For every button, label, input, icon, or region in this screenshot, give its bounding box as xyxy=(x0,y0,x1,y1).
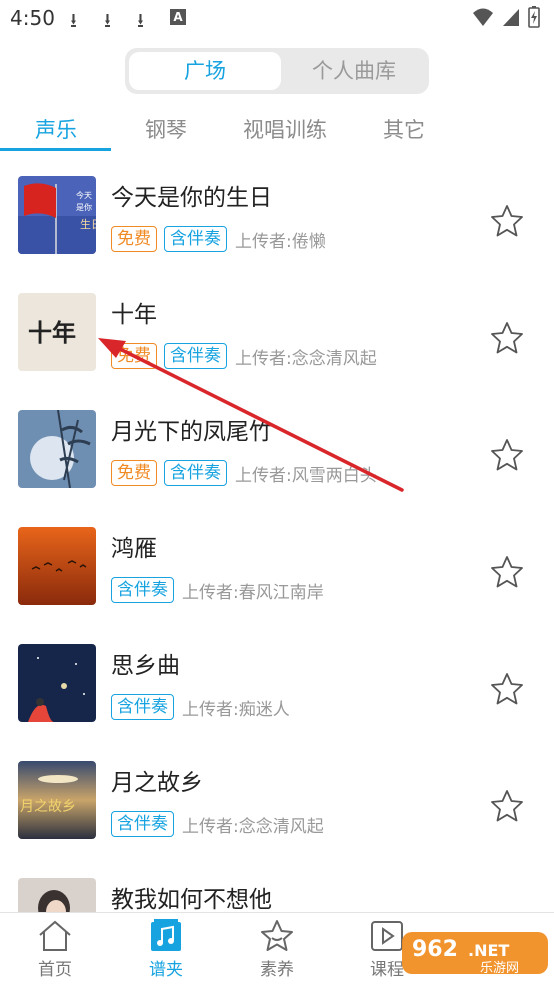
nav-score-folder[interactable]: 谱夹 xyxy=(121,919,211,980)
favorite-star-icon[interactable] xyxy=(490,672,524,706)
notification-a-icon: A xyxy=(170,9,186,25)
library-segment-control: 广场 个人曲库 xyxy=(125,48,429,94)
free-badge: 免费 xyxy=(111,226,157,252)
tab-vocal[interactable]: 声乐 xyxy=(0,114,116,144)
tab-sight-singing[interactable]: 视唱训练 xyxy=(225,114,345,144)
status-right-icons xyxy=(472,6,540,28)
free-badge: 免费 xyxy=(111,460,157,486)
nav-literacy-label: 素养 xyxy=(260,960,294,980)
active-tab-indicator xyxy=(0,148,111,151)
favorite-star-icon[interactable] xyxy=(490,204,524,238)
signal-icon xyxy=(503,9,519,26)
svg-text:今天: 今天 xyxy=(76,190,92,200)
song-tags: 免费 含伴奏 上传者:倦懒 xyxy=(111,226,326,252)
free-badge: 免费 xyxy=(111,343,157,369)
cover-art-text: 月之故乡 xyxy=(20,799,76,815)
uploader-text: 上传者:倦懒 xyxy=(235,231,326,252)
song-tags: 免费 含伴奏 上传者:念念清风起 xyxy=(111,343,377,369)
song-row[interactable]: 月光下的凤尾竹 免费 含伴奏 上传者:风雪两白头 xyxy=(0,386,554,503)
favorite-star-icon[interactable] xyxy=(490,321,524,355)
nav-score-folder-label: 谱夹 xyxy=(149,960,183,980)
uploader-text: 上传者:风雪两白头 xyxy=(235,465,377,486)
song-cover-image xyxy=(18,644,96,722)
cover-art-text: 十年 xyxy=(28,318,76,347)
song-row[interactable]: 十年 十年 免费 含伴奏 上传者:念念清风起 xyxy=(0,269,554,386)
accompaniment-badge: 含伴奏 xyxy=(164,226,227,252)
nav-home[interactable]: 首页 xyxy=(10,919,100,980)
star-badge-icon xyxy=(261,920,293,951)
status-time: 4:50 xyxy=(10,6,55,30)
uploader-text: 上传者:念念清风起 xyxy=(182,816,324,837)
segment-plaza[interactable]: 广场 xyxy=(129,52,281,90)
watermark-tld: .NET xyxy=(468,941,509,960)
song-tags: 含伴奏 上传者:春风江南岸 xyxy=(111,577,324,603)
download-icon: ⭳ xyxy=(70,8,77,32)
category-tabs: 声乐 钢琴 视唱训练 其它 xyxy=(0,108,554,152)
svg-text:是你: 是你 xyxy=(76,202,92,212)
song-title: 思乡曲 xyxy=(111,653,180,679)
song-cover-image xyxy=(18,527,96,605)
accompaniment-badge: 含伴奏 xyxy=(164,343,227,369)
nav-literacy[interactable]: 素养 xyxy=(232,919,322,980)
song-tags: 含伴奏 上传者:念念清风起 xyxy=(111,811,324,837)
song-cover-image: 月之故乡 xyxy=(18,761,96,839)
song-row[interactable]: 月之故乡 月之故乡 含伴奏 上传者:念念清风起 xyxy=(0,737,554,854)
watermark-logo: 962 .NET 乐游网 xyxy=(402,932,548,976)
accompaniment-badge: 含伴奏 xyxy=(111,694,174,720)
song-cover-image: 十年 xyxy=(18,293,96,371)
song-title: 鸿雁 xyxy=(111,536,157,562)
status-bar: 4:50 ⭳ ⭳ ⭳ A xyxy=(0,0,554,38)
uploader-text: 上传者:春风江南岸 xyxy=(182,582,324,603)
uploader-text: 上传者:痴迷人 xyxy=(182,699,290,720)
music-folder-icon xyxy=(151,919,181,951)
song-title: 今天是你的生日 xyxy=(111,185,272,211)
accompaniment-badge: 含伴奏 xyxy=(111,811,174,837)
nav-home-label: 首页 xyxy=(38,960,72,980)
watermark-cn: 乐游网 xyxy=(480,961,519,976)
download-icon: ⭳ xyxy=(137,8,144,32)
song-row[interactable]: 鸿雁 含伴奏 上传者:春风江南岸 xyxy=(0,503,554,620)
accompaniment-badge: 含伴奏 xyxy=(111,577,174,603)
svg-text:生日: 生日 xyxy=(80,217,96,231)
watermark-num: 962 xyxy=(412,937,458,962)
song-title: 十年 xyxy=(111,302,157,328)
song-row[interactable]: 今天 是你 生日 今天是你的生日 免费 含伴奏 上传者:倦懒 xyxy=(0,152,554,269)
favorite-star-icon[interactable] xyxy=(490,789,524,823)
wifi-icon xyxy=(473,8,493,26)
battery-icon xyxy=(528,6,540,28)
tab-piano[interactable]: 钢琴 xyxy=(106,114,226,144)
song-cover-image xyxy=(18,410,96,488)
song-cover-image: 今天 是你 生日 xyxy=(18,176,96,254)
segment-personal-library[interactable]: 个人曲库 xyxy=(283,52,425,90)
favorite-star-icon[interactable] xyxy=(490,555,524,589)
home-icon xyxy=(39,920,71,951)
uploader-text: 上传者:念念清风起 xyxy=(235,348,377,369)
song-row[interactable]: 思乡曲 含伴奏 上传者:痴迷人 xyxy=(0,620,554,737)
tab-other[interactable]: 其它 xyxy=(344,114,464,144)
accompaniment-badge: 含伴奏 xyxy=(164,460,227,486)
song-title: 教我如何不想他 xyxy=(111,887,272,913)
favorite-star-icon[interactable] xyxy=(490,438,524,472)
song-title: 月之故乡 xyxy=(111,770,203,796)
song-tags: 含伴奏 上传者:痴迷人 xyxy=(111,694,290,720)
download-icon: ⭳ xyxy=(104,8,111,32)
song-title: 月光下的凤尾竹 xyxy=(111,419,272,445)
song-tags: 免费 含伴奏 上传者:风雪两白头 xyxy=(111,460,377,486)
